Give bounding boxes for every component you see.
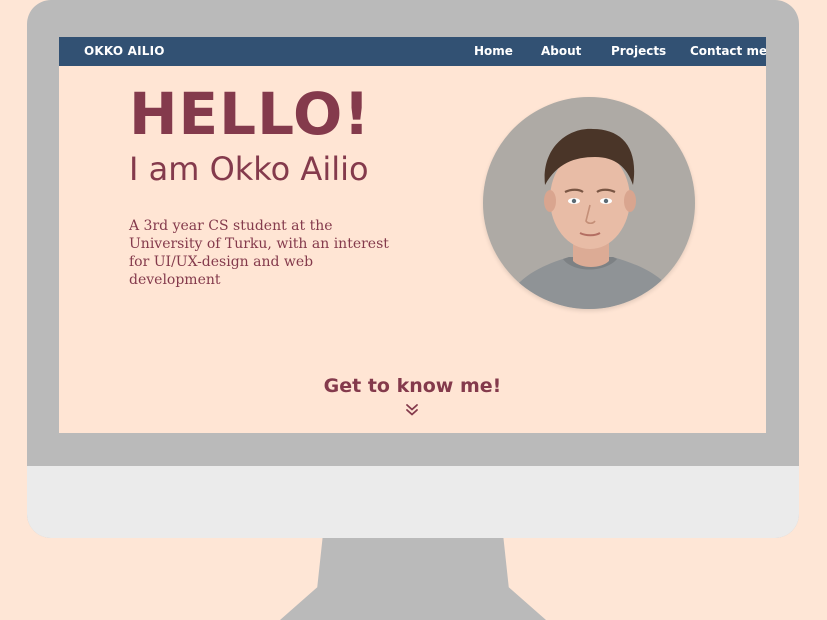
- nav-home-link[interactable]: Home: [474, 37, 513, 66]
- hero-name: I am Okko Ailio: [129, 150, 369, 188]
- nav-about-link[interactable]: About: [541, 37, 581, 66]
- nav-projects-link[interactable]: Projects: [611, 37, 666, 66]
- double-chevron-down-icon[interactable]: [405, 403, 419, 417]
- brand-logo[interactable]: OKKO AILIO: [84, 37, 165, 66]
- hero-greeting: HELLO!: [129, 80, 371, 148]
- website-screen: OKKO AILIO Home About Projects Contact m…: [59, 37, 766, 433]
- get-to-know-me-button[interactable]: Get to know me!: [59, 373, 766, 399]
- navbar: OKKO AILIO Home About Projects Contact m…: [59, 37, 766, 66]
- monitor-stand: [280, 538, 546, 620]
- profile-photo: [483, 97, 695, 309]
- monitor-chin: [27, 466, 799, 538]
- hero-intro: A 3rd year CS student at the University …: [129, 218, 389, 288]
- nav-contact-link[interactable]: Contact me: [690, 37, 766, 66]
